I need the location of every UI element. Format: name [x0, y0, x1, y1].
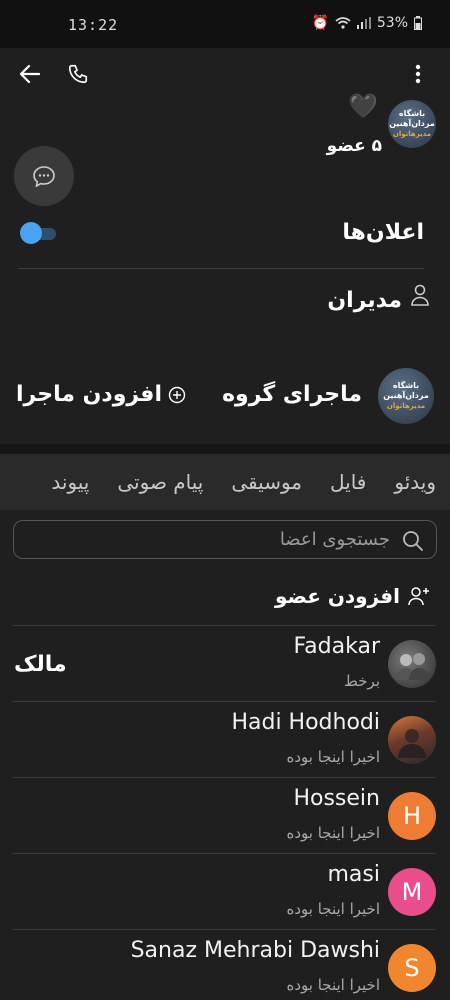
member-status: اخیرا اینجا بوده: [286, 976, 380, 994]
member-initial: M: [401, 878, 423, 906]
status-time: 13:22: [68, 16, 119, 34]
member-row[interactable]: H Hossein اخیرا اینجا بوده: [0, 778, 450, 854]
member-count: ۵ عضو: [326, 136, 382, 156]
announcements-label: اعلان‌ها: [342, 220, 424, 245]
member-photo-icon: [396, 653, 429, 680]
announcements-toggle[interactable]: [20, 222, 58, 244]
avatar-text-line3: مدیرها‌توان: [392, 130, 432, 138]
member-status: برخط: [344, 672, 380, 690]
call-button[interactable]: [62, 58, 94, 90]
member-avatar: M: [388, 868, 436, 916]
member-status: اخیرا اینجا بوده: [286, 900, 380, 918]
add-circle-icon: [168, 386, 186, 403]
admins-label: مدیران: [327, 288, 402, 313]
member-name: masi: [327, 862, 381, 887]
search-placeholder: جستجوی اعضا: [279, 529, 390, 550]
member-avatar: [388, 716, 436, 764]
member-status: اخیرا اینجا بوده: [286, 824, 380, 842]
avatar-text-line2: مردان‌آهنین: [389, 119, 435, 128]
member-name: Fadakar: [293, 634, 380, 659]
member-avatar: S: [388, 944, 436, 992]
story-avatar[interactable]: باشگاه مردان‌آهنین مدیرها‌توان: [378, 368, 434, 424]
tab-link[interactable]: پیوند: [37, 470, 103, 494]
add-member-label: افزودن عضو: [274, 584, 400, 608]
member-avatar: [388, 640, 436, 688]
status-bar: 13:22 ⏰ 53%: [0, 0, 450, 48]
divider: [18, 268, 424, 269]
search-members-input[interactable]: جستجوی اعضا: [13, 520, 437, 559]
member-name: Sanaz Mehrabi Dawshi: [130, 938, 380, 963]
member-status: اخیرا اینجا بوده: [286, 748, 380, 766]
member-name: Hossein: [293, 786, 380, 811]
group-info-header: باشگاه مردان‌آهنین مدیرها‌توان 🖤 ۵ عضو ا…: [0, 48, 450, 350]
chat-bubble-icon: [33, 166, 55, 187]
toggle-knob: [20, 222, 42, 244]
member-role-badge: مالک: [14, 652, 67, 677]
member-row[interactable]: Fadakar برخط مالک: [0, 626, 450, 702]
back-button[interactable]: [14, 58, 46, 90]
tab-file[interactable]: فایل: [316, 470, 380, 494]
add-story-button[interactable]: افزودن ماجرا: [16, 382, 186, 407]
add-member-button[interactable]: افزودن عضو: [275, 584, 430, 608]
more-vertical-icon: [415, 64, 421, 84]
members-section: جستجوی اعضا افزودن عضو Fadakar برخط مالک…: [0, 510, 450, 1000]
member-row[interactable]: Hadi Hodhodi اخیرا اینجا بوده: [0, 702, 450, 778]
back-arrow-icon: [20, 65, 40, 83]
member-initial: H: [402, 802, 422, 830]
member-row[interactable]: S Sanaz Mehrabi Dawshi اخیرا اینجا بوده: [0, 930, 450, 1000]
story-title: ماجرای گروه: [222, 382, 362, 407]
member-photo-icon: [398, 729, 426, 758]
member-row[interactable]: M masi اخیرا اینجا بوده: [0, 854, 450, 930]
story-avatar-line2: مردان‌آهنین: [383, 391, 429, 400]
member-initial: S: [404, 954, 420, 982]
battery-percent: 53%: [376, 15, 408, 31]
alarm-icon: ⏰: [311, 15, 329, 31]
member-avatar: H: [388, 792, 436, 840]
story-avatar-line1: باشگاه: [392, 381, 420, 390]
wifi-icon: [335, 17, 351, 29]
signal-icon: [356, 17, 371, 29]
phone-icon: [68, 64, 88, 84]
tab-music[interactable]: موسیقی: [217, 470, 316, 494]
avatar-text-line1: باشگاه: [398, 109, 426, 118]
person-icon: [411, 284, 429, 306]
add-person-icon: [408, 587, 429, 606]
media-tabs: ویدئو فایل موسیقی پیام صوتی پیوند: [0, 454, 450, 510]
admins-row[interactable]: مدیران: [16, 278, 430, 332]
member-name: Hadi Hodhodi: [231, 710, 380, 735]
add-story-label: افزودن ماجرا: [16, 382, 162, 407]
story-section: باشگاه مردان‌آهنین مدیرها‌توان ماجرای گر…: [0, 350, 450, 444]
story-avatar-line3: مدیرها‌توان: [386, 402, 426, 410]
heart-emoji: 🖤: [348, 92, 378, 120]
battery-icon: [414, 16, 422, 30]
search-icon: [403, 531, 423, 551]
group-avatar[interactable]: باشگاه مردان‌آهنین مدیرها‌توان: [388, 100, 436, 148]
chat-fab[interactable]: [14, 146, 74, 206]
more-options-button[interactable]: [402, 58, 434, 90]
tab-video[interactable]: ویدئو: [380, 470, 450, 494]
tab-voice-message[interactable]: پیام صوتی: [103, 470, 217, 494]
